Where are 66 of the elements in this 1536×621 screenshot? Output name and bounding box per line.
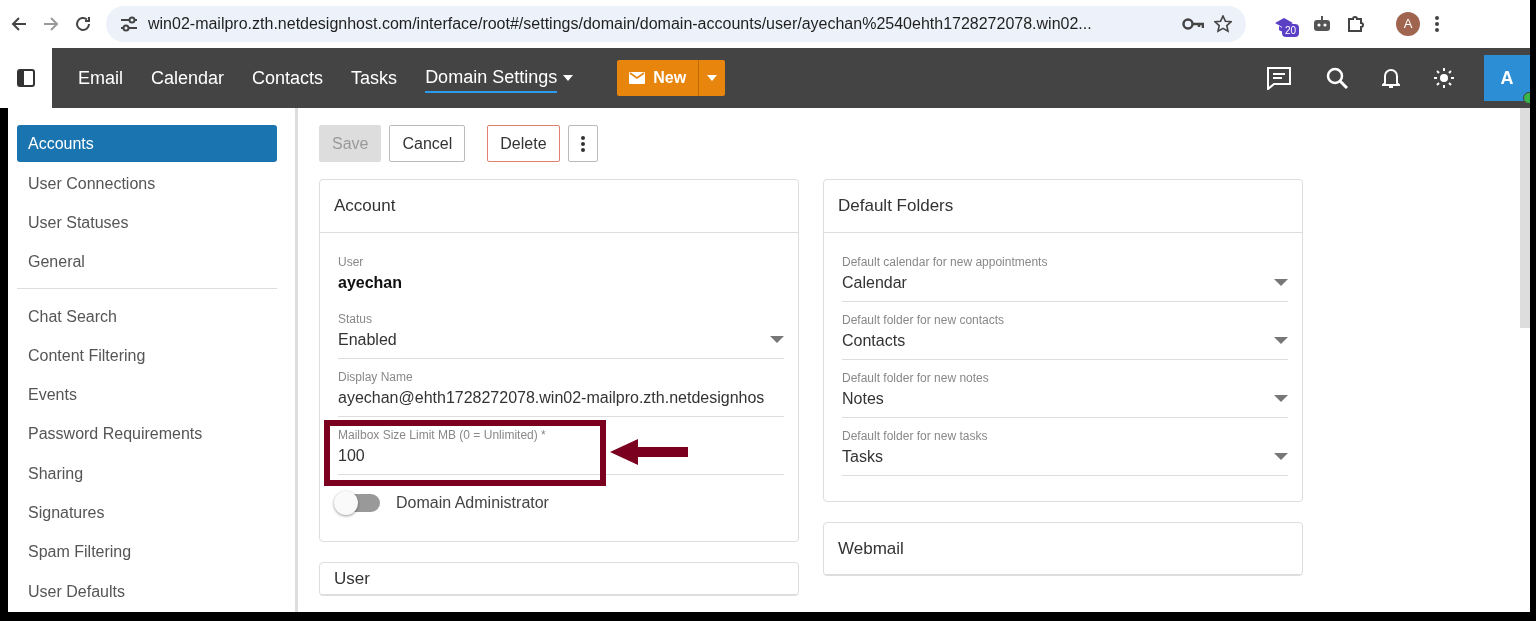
field-label: Default calendar for new appointments	[842, 254, 1049, 269]
chat-icon[interactable]	[1266, 66, 1292, 90]
nav-link[interactable]: Domain Settings	[411, 63, 588, 93]
puzzle-icon[interactable]	[1346, 14, 1366, 34]
sidebar-item[interactable]: Chat Search	[17, 296, 277, 337]
user-avatar[interactable]: A	[1484, 55, 1530, 101]
forward-icon[interactable]	[42, 15, 60, 33]
sidebar-item[interactable]: Events	[17, 375, 277, 415]
caret-icon	[707, 75, 718, 81]
sidebar-item[interactable]: User Defaults	[17, 571, 277, 612]
card-title: Default Folders	[838, 196, 954, 215]
nav-link[interactable]: Tasks	[337, 64, 412, 92]
sidebar-item[interactable]: Accounts	[17, 125, 277, 162]
star-icon[interactable]	[1214, 15, 1232, 33]
sidebar-item[interactable]: User Statuses	[17, 203, 277, 243]
field-value: ayechan	[338, 272, 404, 293]
more-icon	[580, 136, 585, 153]
sidebar-toggle-icon[interactable]	[17, 69, 35, 87]
robot-icon[interactable]	[1312, 15, 1332, 33]
envelope-icon	[629, 72, 646, 84]
field-label: Default folder for new notes	[842, 370, 990, 385]
toggle-label: Domain Administrator	[396, 492, 549, 513]
profile-avatar[interactable]: A	[1396, 12, 1420, 36]
field-label: User	[338, 254, 365, 269]
select-field[interactable]: Calendar	[842, 268, 1288, 302]
select-field[interactable]: Notes	[842, 384, 1288, 418]
card-title: User	[334, 568, 370, 588]
sidebar-item[interactable]: Content Filtering	[17, 336, 277, 376]
sidebar-item[interactable]: General	[17, 242, 277, 282]
field-label: Display Name	[338, 369, 414, 384]
card-title: Webmail	[838, 538, 904, 558]
dropdown-caret-icon	[1274, 453, 1288, 460]
back-icon[interactable]	[10, 15, 28, 33]
bell-icon[interactable]	[1382, 67, 1400, 89]
sidebar-item[interactable]: Spam Filtering	[17, 532, 277, 572]
nav-link[interactable]: Contacts	[238, 64, 338, 92]
field-label: Status	[338, 311, 374, 326]
delete-button[interactable]: Delete	[487, 125, 560, 162]
dropdown-caret-icon	[1274, 395, 1288, 402]
nav-link[interactable]: Calendar	[137, 64, 239, 92]
dropdown-caret-icon	[770, 336, 784, 343]
input-field[interactable]: ayechan@ehth1728272078.win02-mailpro.zth.netdesignhos	[338, 383, 784, 417]
search-icon[interactable]	[1326, 67, 1348, 89]
scrollbar[interactable]	[1520, 108, 1530, 328]
nav-link[interactable]: Email	[64, 64, 137, 92]
field-label: Default folder for new tasks	[842, 428, 989, 443]
dropdown-caret-icon	[1274, 279, 1288, 286]
more-button[interactable]	[567, 125, 598, 162]
sun-icon[interactable]	[1434, 68, 1454, 88]
sidebar-item[interactable]: Signatures	[17, 493, 277, 533]
field-label: Default folder for new contacts	[842, 312, 1006, 327]
select-field[interactable]: Tasks	[842, 442, 1288, 476]
sidebar-item[interactable]: Sharing	[17, 454, 277, 494]
reload-icon[interactable]	[74, 15, 92, 33]
site-settings-icon[interactable]	[120, 16, 138, 32]
key-icon[interactable]	[1182, 17, 1204, 31]
cancel-button[interactable]: Cancel	[389, 125, 466, 162]
select-field[interactable]: Enabled	[338, 325, 784, 359]
card-title: Account	[334, 196, 396, 215]
sidebar-item[interactable]: User Connections	[17, 164, 277, 204]
more-icon[interactable]	[1434, 15, 1440, 33]
select-field[interactable]: Contacts	[842, 326, 1288, 360]
dropdown-caret-icon	[1274, 337, 1288, 344]
sidebar-item[interactable]: Password Requirements	[17, 414, 277, 455]
field-label: Mailbox Size Limit MB (0 = Unlimited) *	[338, 427, 547, 442]
extension-badge: 20	[1282, 24, 1300, 37]
